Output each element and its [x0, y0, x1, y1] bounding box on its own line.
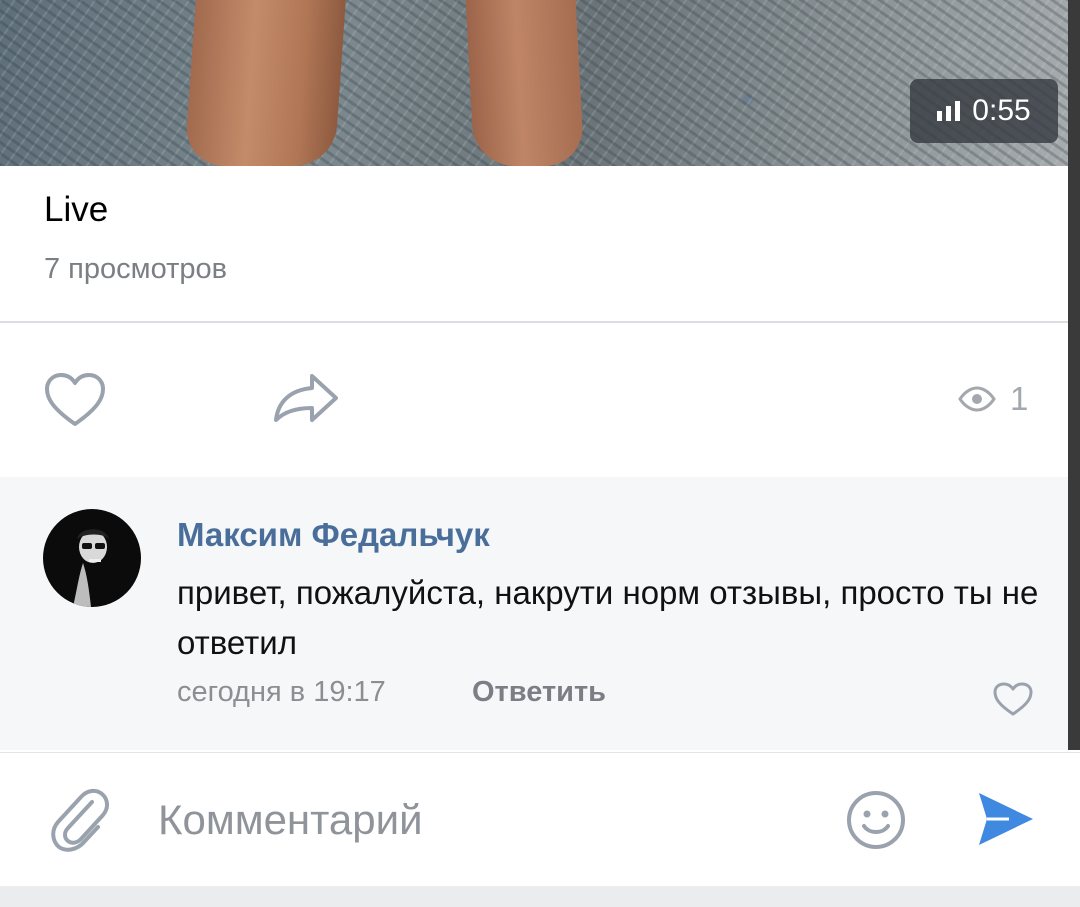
comment-text: привет, пожалуйста, накрути норм отзывы,…: [177, 574, 1039, 661]
avatar-image: [73, 529, 109, 607]
video-views: 7 просмотров: [44, 253, 228, 285]
send-icon[interactable]: [975, 789, 1035, 849]
view-count-value: 1: [1010, 380, 1029, 417]
avatar[interactable]: [43, 509, 141, 607]
comment-timestamp: сегодня в 19:17: [177, 676, 386, 708]
reply-button[interactable]: Ответить: [472, 676, 606, 709]
divider: [0, 321, 1068, 323]
video-frame-figure: [465, 0, 585, 166]
comment-like-icon[interactable]: [992, 681, 1034, 717]
bottom-strip: [0, 886, 1080, 907]
view-counter: 1: [958, 380, 1028, 418]
signal-bars-icon: [937, 101, 961, 121]
comment-input[interactable]: [158, 790, 818, 850]
heart-outline-icon[interactable]: [44, 372, 106, 428]
video-preview[interactable]: 0:55: [0, 0, 1068, 166]
duration-badge: 0:55: [910, 79, 1058, 143]
video-title: Live: [44, 190, 109, 229]
paperclip-icon[interactable]: [48, 786, 110, 852]
duration-text: 0:55: [972, 94, 1031, 127]
scrollbar[interactable]: [1068, 0, 1080, 750]
eye-icon: [958, 386, 996, 412]
comment-author[interactable]: Максим Федальчук: [177, 516, 490, 554]
video-frame-figure: [184, 0, 346, 166]
share-arrow-icon[interactable]: [272, 372, 340, 424]
emoji-icon[interactable]: [845, 789, 907, 851]
